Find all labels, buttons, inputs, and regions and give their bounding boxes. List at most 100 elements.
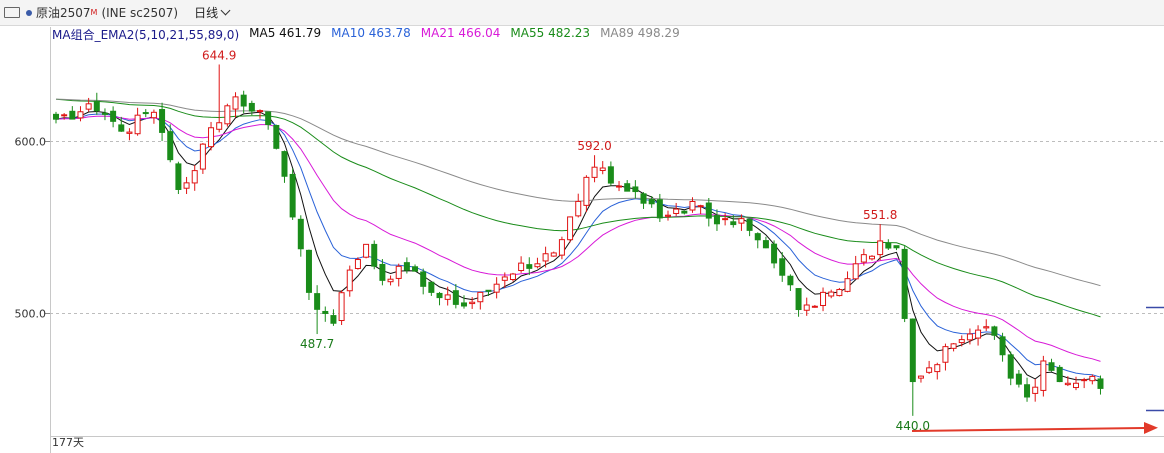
candle-body [216, 122, 223, 130]
candle-body [869, 255, 875, 260]
candle-body [901, 248, 908, 319]
candle-body [958, 339, 965, 344]
candle-body [738, 218, 745, 224]
candle [257, 109, 263, 119]
candle [771, 240, 778, 269]
extreme-label: 592.0 [577, 139, 611, 153]
candle [909, 318, 916, 416]
candle [632, 180, 639, 199]
candle [77, 106, 84, 122]
candle [885, 239, 892, 251]
candle-body [1032, 386, 1039, 394]
candle [1056, 365, 1063, 383]
candle-body [1007, 354, 1014, 379]
candle [159, 102, 166, 141]
candle [199, 143, 206, 174]
candle-body [591, 166, 598, 178]
candle [314, 285, 321, 335]
candle-body [436, 292, 443, 299]
candle-body [787, 275, 794, 286]
candle-body [371, 243, 378, 267]
candle [297, 215, 304, 257]
candle-body [420, 271, 427, 287]
candle [412, 264, 419, 272]
candle-body [754, 233, 761, 241]
candle [762, 236, 769, 249]
candle-body [297, 218, 304, 250]
ma10-line [55, 113, 1101, 378]
candle [607, 161, 614, 186]
candle [208, 121, 215, 151]
candle-body [934, 364, 941, 373]
candle-body [412, 266, 419, 272]
candle [983, 319, 990, 332]
candle [795, 288, 802, 317]
candle [583, 175, 590, 213]
candle-body [648, 199, 655, 205]
extreme-label: 487.7 [300, 337, 334, 351]
candle-body [575, 200, 582, 217]
candle [975, 325, 982, 346]
candle-body [950, 343, 957, 349]
candle [477, 291, 484, 310]
candle-body [77, 111, 84, 119]
candle [1081, 377, 1088, 389]
candle-body [942, 346, 949, 363]
candle [648, 196, 655, 208]
candle-body [1056, 366, 1063, 383]
candle-body [265, 111, 272, 126]
candle [901, 246, 908, 323]
candle-body [1073, 382, 1079, 389]
candle [1097, 375, 1104, 395]
candle-body [395, 265, 402, 279]
candle-body [599, 167, 606, 171]
candle-body [354, 259, 361, 270]
candle [836, 287, 843, 297]
candle-body [232, 96, 239, 110]
candle-body [1089, 375, 1096, 382]
candle [338, 290, 345, 326]
candle-body [624, 183, 631, 192]
candle-body [999, 336, 1006, 356]
candle [697, 204, 704, 215]
candle [754, 232, 761, 249]
candle [844, 271, 851, 293]
candle [305, 249, 312, 300]
candle-body [722, 218, 729, 221]
candle-body [795, 288, 802, 311]
candle [452, 283, 459, 309]
candle [126, 128, 133, 141]
candle-body [477, 291, 484, 303]
candle-body [493, 283, 500, 293]
candle-body [673, 208, 680, 214]
candle [616, 181, 623, 192]
candle-body [983, 326, 990, 329]
candle-body [61, 114, 68, 117]
candle [746, 218, 753, 237]
candle-body [656, 199, 663, 219]
candle-body [289, 173, 296, 218]
candle [150, 109, 157, 124]
candle-body [779, 258, 786, 276]
candle-body [542, 253, 549, 262]
candle-body [224, 105, 231, 125]
candle-body [1064, 382, 1071, 386]
candle [811, 304, 818, 308]
candle [705, 198, 712, 227]
candle-body [1097, 378, 1104, 389]
candle [371, 240, 378, 270]
candle-body [101, 112, 108, 115]
candle [917, 375, 924, 383]
candle [656, 193, 663, 222]
candle-body [558, 239, 565, 256]
candle-body [534, 263, 541, 268]
candle-body [844, 278, 851, 292]
candle-body [1024, 384, 1031, 398]
candle-body [697, 205, 704, 208]
candle-body [126, 131, 133, 134]
candle [289, 168, 296, 220]
price-chart[interactable]: 500.0600.0 644.9487.7592.0551.8440.0 177… [0, 0, 1164, 453]
candle [640, 192, 647, 209]
extreme-label: 644.9 [202, 48, 236, 62]
candle-body [118, 124, 125, 132]
